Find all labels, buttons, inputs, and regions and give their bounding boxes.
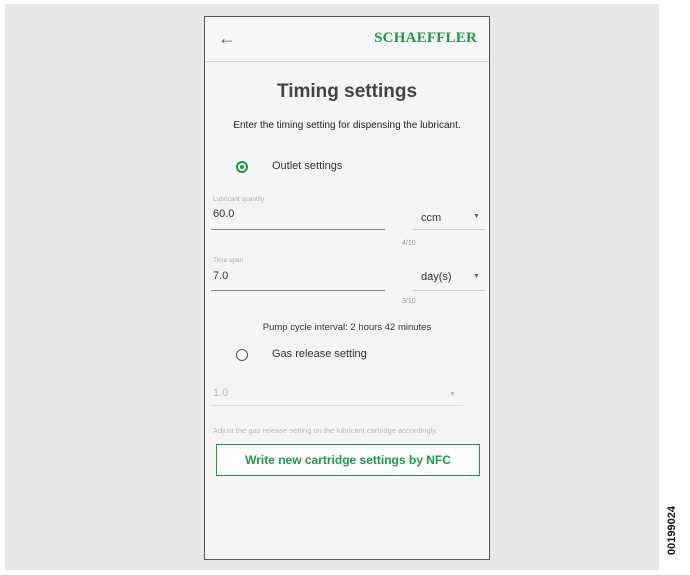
time-span-label: Time span xyxy=(213,257,244,264)
write-nfc-button[interactable]: Write new cartridge settings by NFC xyxy=(216,444,480,476)
time-span-underline xyxy=(211,290,385,291)
unit-select-underline xyxy=(413,290,485,291)
lubricant-quantity-counter: 4/10 xyxy=(402,240,416,247)
brand-logo: SCHAEFFLER xyxy=(374,30,477,46)
phone-screen: ← SCHAEFFLER Timing settings Enter the t… xyxy=(204,16,490,560)
back-arrow-icon[interactable]: ← xyxy=(217,28,237,48)
caret-down-icon[interactable]: ▼ xyxy=(473,273,480,280)
document-id: 00199024 xyxy=(666,506,678,555)
unit-select-underline xyxy=(413,229,485,230)
page-subtitle: Enter the timing setting for dispensing … xyxy=(233,120,461,131)
lubricant-quantity-underline xyxy=(211,229,385,230)
pump-cycle-interval: Pump cycle interval: 2 hours 42 minutes xyxy=(262,322,432,333)
page-title: Timing settings xyxy=(276,81,418,102)
gas-release-underline xyxy=(211,405,463,406)
caret-down-icon[interactable]: ▼ xyxy=(449,391,456,398)
gas-release-hint: Adjust the gas release setting on the lu… xyxy=(213,426,438,435)
outlet-settings-label: Outlet settings xyxy=(272,160,343,172)
gas-release-label: Gas release setting xyxy=(272,348,367,360)
lubricant-quantity-label: Lubricant quantity xyxy=(213,196,265,203)
caret-down-icon[interactable]: ▼ xyxy=(473,213,480,220)
time-span-counter: 3/10 xyxy=(402,298,416,305)
gas-release-input[interactable]: 1.0 xyxy=(213,387,228,399)
app-bar: ← SCHAEFFLER xyxy=(205,17,489,62)
gas-release-radio[interactable] xyxy=(236,349,248,361)
time-span-unit-select[interactable]: day(s) xyxy=(421,271,452,283)
lubricant-quantity-unit-select[interactable]: ccm xyxy=(421,212,441,224)
lubricant-quantity-input[interactable]: 60.0 xyxy=(213,208,234,220)
outlet-settings-radio[interactable] xyxy=(236,161,248,173)
time-span-input[interactable]: 7.0 xyxy=(213,270,228,282)
